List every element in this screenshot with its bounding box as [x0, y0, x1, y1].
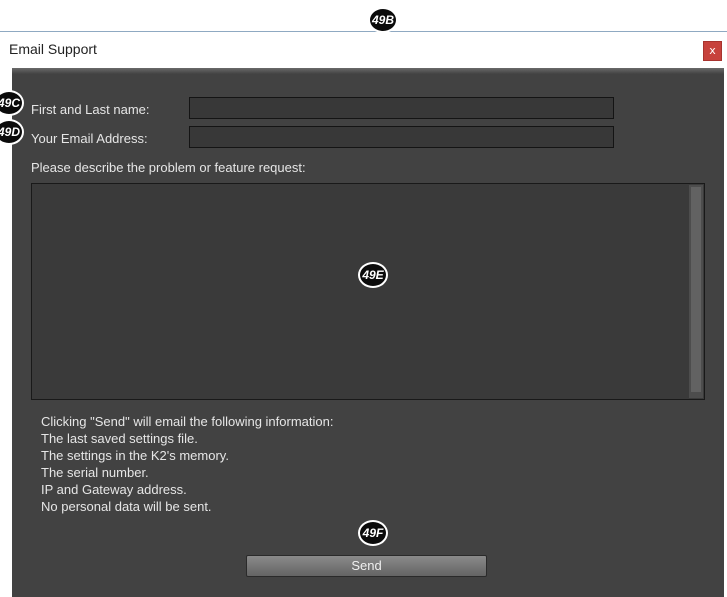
- callout-49f: 49F: [358, 520, 388, 546]
- description-textarea[interactable]: [31, 183, 705, 403]
- info-line: The last saved settings file.: [41, 431, 198, 446]
- name-input[interactable]: [189, 97, 614, 119]
- info-block: Clicking "Send" will email the following…: [41, 413, 333, 515]
- dialog-sheen: [12, 68, 724, 74]
- description-label: Please describe the problem or feature r…: [31, 160, 306, 175]
- scrollbar-track[interactable]: [689, 185, 703, 398]
- email-support-dialog: First and Last name: Your Email Address:…: [12, 68, 724, 597]
- description-input[interactable]: [32, 184, 681, 403]
- title-bar: Email Support x: [0, 32, 727, 68]
- callout-49e: 49E: [358, 262, 388, 288]
- callout-49b: 49B: [368, 7, 398, 33]
- info-line: The settings in the K2's memory.: [41, 448, 229, 463]
- info-line: IP and Gateway address.: [41, 482, 187, 497]
- send-button[interactable]: Send: [246, 555, 487, 577]
- name-label: First and Last name:: [31, 102, 150, 117]
- email-label: Your Email Address:: [31, 131, 148, 146]
- scrollbar-thumb[interactable]: [691, 187, 701, 392]
- info-line: No personal data will be sent.: [41, 499, 212, 514]
- info-line: The serial number.: [41, 465, 149, 480]
- info-line: Clicking "Send" will email the following…: [41, 414, 334, 429]
- window-title: Email Support: [9, 41, 97, 57]
- email-input[interactable]: [189, 126, 614, 148]
- close-button[interactable]: x: [703, 41, 722, 61]
